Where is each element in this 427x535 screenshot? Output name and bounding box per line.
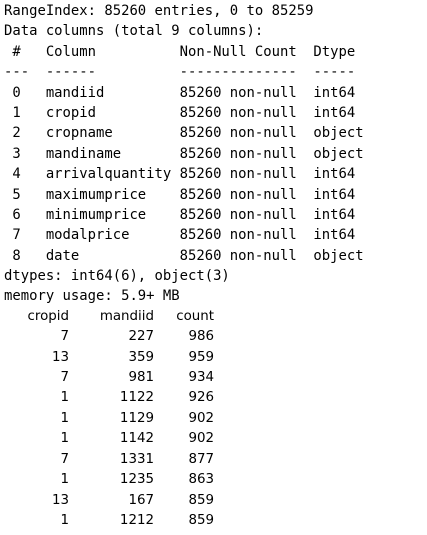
cell-count: 986	[188, 329, 214, 345]
table-row: 1 1142 902	[12, 429, 214, 449]
cell-count: 863	[188, 472, 214, 488]
cell-cropid: 7	[60, 329, 69, 345]
table-row: 1 1212 859	[12, 511, 214, 531]
cell-count: 902	[188, 410, 214, 426]
cell-mandiid: 981	[128, 370, 154, 386]
cell-mandiid: 359	[128, 349, 154, 365]
info-row: 2 cropname 85260 non-null object	[4, 125, 364, 142]
cell-mandiid: 1212	[119, 512, 154, 528]
table-header-row: cropid mandiid count	[12, 307, 215, 327]
info-row: 1 cropid 85260 non-null int64	[4, 104, 364, 121]
table-row: 13 359 959	[12, 348, 214, 368]
cell-count: 934	[188, 370, 214, 386]
table-row: 1 1122 926	[12, 388, 214, 408]
table-row: 7 981 934	[12, 368, 214, 388]
cell-mandiid: 227	[128, 329, 154, 345]
info-row: 5 maximumprice 85260 non-null int64	[4, 186, 364, 203]
cell-cropid: 13	[51, 492, 69, 508]
column-header-count: count	[176, 308, 214, 324]
cell-mandiid: 1235	[119, 472, 154, 488]
count-table: cropid mandiid count 7 227 986 13 359 95…	[12, 307, 215, 531]
cell-count: 959	[188, 349, 214, 365]
cell-mandiid: 1142	[119, 431, 154, 447]
cell-mandiid: 167	[128, 492, 154, 508]
cell-output: RangeIndex: 85260 entries, 0 to 85259 Da…	[4, 1, 364, 531]
table-row: 7 1331 877	[12, 450, 214, 470]
cell-count: 859	[188, 512, 214, 528]
info-row: 6 minimumprice 85260 non-null int64	[4, 206, 364, 223]
cell-cropid: 1	[60, 431, 69, 447]
column-header-cropid: cropid	[27, 308, 70, 324]
cell-cropid: 13	[51, 349, 69, 365]
table-row: 1 1129 902	[12, 409, 214, 429]
cell-cropid: 1	[60, 390, 69, 406]
cell-mandiid: 1129	[119, 410, 154, 426]
cell-cropid: 7	[60, 370, 69, 386]
cell-cropid: 1	[60, 472, 69, 488]
table-row: 1 1235 863	[12, 470, 214, 490]
info-row: 3 mandiname 85260 non-null object	[4, 145, 364, 162]
range-index-line: RangeIndex: 85260 entries, 0 to 85259	[4, 3, 314, 19]
info-row: 8 date 85260 non-null object	[4, 247, 364, 264]
cell-cropid: 1	[60, 410, 69, 426]
cell-cropid: 7	[60, 451, 69, 467]
cell-cropid: 1	[60, 512, 69, 528]
column-header-mandiid: mandiid	[99, 308, 154, 324]
cell-count: 926	[188, 390, 214, 406]
info-header-line: # Column Non-Null Count Dtype	[4, 43, 364, 60]
cell-count: 877	[188, 451, 214, 467]
table-row: 7 227 986	[12, 327, 214, 347]
info-separator-line: --- ------ -------------- -----	[4, 64, 364, 81]
cell-mandiid: 1122	[119, 390, 154, 406]
cell-mandiid: 1331	[119, 451, 154, 467]
cell-count: 859	[188, 492, 214, 508]
cell-count: 902	[188, 431, 214, 447]
info-row: 4 arrivalquantity 85260 non-null int64	[4, 166, 364, 183]
table-row: 13 167 859	[12, 491, 214, 511]
dtypes-line: dtypes: int64(6), object(3)	[4, 268, 230, 285]
info-row: 7 modalprice 85260 non-null int64	[4, 227, 364, 244]
memory-usage-line: memory usage: 5.9+ MB	[4, 288, 180, 305]
data-columns-line: Data columns (total 9 columns):	[4, 23, 264, 40]
info-row: 0 mandiid 85260 non-null int64	[4, 84, 364, 101]
